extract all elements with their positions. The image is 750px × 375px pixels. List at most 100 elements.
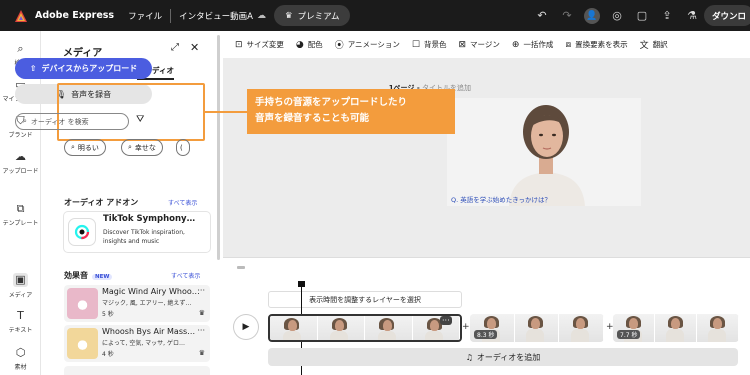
toolbar-label: 配色: [307, 40, 323, 49]
sfx-duration: 5 秒: [102, 311, 114, 318]
text-icon: T: [17, 309, 24, 322]
lightbulb-icon[interactable]: ◎: [609, 8, 625, 24]
sfx-description: マジック, 風, エアリー, 絶えず…: [102, 300, 192, 307]
app-window: Adobe Express ファイル インタビュー動画A ☁ ♛ プレミアム ↶…: [0, 0, 750, 375]
expand-icon[interactable]: ⤢: [171, 42, 179, 53]
timeline-hint: 表示時間を調整するレイヤーを選択: [268, 291, 462, 308]
media-icon: ▣: [13, 273, 28, 287]
callout-highlight-box: [57, 83, 205, 141]
audio-search-input[interactable]: ⌕ オーディオ を検索: [15, 113, 129, 130]
share-icon[interactable]: ⇪: [659, 8, 675, 24]
cloud-sync-icon: ☁: [256, 10, 266, 21]
resize-icon: ⊡: [235, 39, 243, 50]
rail-label: メディア: [8, 292, 33, 299]
premium-crown-icon: ♛: [198, 349, 205, 357]
search-placeholder: オーディオ を検索: [30, 117, 89, 126]
clip-more-icon[interactable]: ···: [440, 316, 452, 325]
playhead-handle[interactable]: [298, 281, 305, 287]
tiktok-icon: [69, 219, 95, 245]
document-title[interactable]: インタビュー動画A: [179, 10, 253, 22]
chip-label: 明るい: [77, 143, 99, 152]
callout-connector: [203, 111, 247, 113]
toolbar-label: 背景色: [423, 40, 447, 49]
template-icon: ⧉: [16, 202, 25, 215]
account-avatar[interactable]: 👤: [584, 7, 600, 24]
resize-button[interactable]: ⊡ サイズ変更: [235, 39, 284, 50]
sfx-thumbnail: [67, 288, 98, 319]
rail-label: テキスト: [8, 327, 33, 334]
upload-cloud-icon: ☁: [15, 150, 26, 163]
toolbar-label: マージン: [470, 40, 500, 49]
redo-icon[interactable]: ↷: [559, 8, 575, 24]
background-swatch-icon: ☐: [411, 39, 420, 50]
search-icon: ⌕: [71, 143, 75, 151]
rail-item-text[interactable]: T テキスト: [0, 309, 41, 335]
left-rail: ⌕ 検索 ▭ マイファイル ⛉ ブランド ☁ アップロード ⧉ テンプレート ▣…: [0, 31, 41, 375]
tiktok-addon-card[interactable]: TikTok Symphony… Discover TikTok inspira…: [64, 212, 210, 252]
sfx-item[interactable]: Magic Wind Airy Whoo… マジック, 風, エアリー, 絶えず…: [64, 285, 210, 322]
shapes-icon: ⬡: [15, 346, 26, 359]
canvas-toolbar: ⊡ サイズ変更 ◕ 配色 ⦿ アニメーション ☐ 背景色 ⊠ マージン ⊕ 一括作成 ⧈ 置換…: [223, 31, 750, 58]
palette-button[interactable]: ◕ 配色: [296, 39, 323, 50]
video-slide[interactable]: Q. 英語を学ぶ始めたきっかけは？: [447, 98, 641, 206]
flask-icon[interactable]: ⚗: [684, 8, 700, 24]
add-audio-button[interactable]: ♫ オーディオを追加: [268, 348, 738, 366]
close-icon[interactable]: ✕: [190, 41, 199, 54]
animation-button[interactable]: ⦿ アニメーション: [335, 38, 400, 51]
rail-label: テンプレート: [2, 220, 39, 227]
chip-bright[interactable]: ⌕ 明るい: [64, 139, 106, 156]
undo-icon[interactable]: ↶: [534, 8, 550, 24]
sfx-show-all-link[interactable]: すべて表示: [171, 271, 200, 280]
upload-from-device-button[interactable]: ⇧ デバイスからアップロード: [15, 58, 152, 79]
bulk-create-button[interactable]: ⊕ 一括作成: [512, 39, 554, 50]
addon-show-all-link[interactable]: すべて表示: [168, 198, 197, 207]
replace-elements-button[interactable]: ⧈ 置換要素を表示: [565, 39, 627, 50]
subtitle-caption: Q. 英語を学ぶ始めたきっかけは？: [451, 196, 551, 204]
translate-button[interactable]: 文翻訳: [640, 38, 668, 51]
chip-label: 幸せな: [134, 143, 156, 152]
top-bar: Adobe Express ファイル インタビュー動画A ☁ ♛ プレミアム ↶…: [0, 0, 750, 31]
file-menu[interactable]: ファイル: [128, 10, 162, 22]
premium-button[interactable]: ♛ プレミアム: [273, 5, 351, 26]
rail-label: 素材: [14, 364, 27, 371]
sfx-item[interactable]: Whoosh Bys Air Mass… によって, 空気, マッサ, ゲロ… …: [64, 325, 210, 362]
filter-icon[interactable]: ⛛: [136, 114, 144, 125]
tiktok-logo-icon: [74, 224, 90, 240]
new-badge: NEW: [92, 274, 113, 280]
rail-item-elements[interactable]: ⬡ 素材: [0, 346, 41, 372]
chip-happy[interactable]: ⌕ 幸せな: [121, 139, 163, 156]
timeline-clip[interactable]: [268, 314, 462, 342]
app-name: Adobe Express: [35, 10, 115, 21]
scroll-thumb[interactable]: [217, 35, 220, 260]
comment-icon[interactable]: ▢: [634, 8, 650, 24]
download-button[interactable]: ダウンロ: [704, 5, 750, 26]
chip-more[interactable]: (: [176, 139, 190, 156]
timeline-resize-handle[interactable]: [237, 266, 245, 269]
animation-icon: ⦿: [334, 41, 344, 51]
palette-icon: ◕: [295, 39, 304, 50]
rail-item-media[interactable]: ▣ メディア: [0, 273, 41, 299]
clip-duration: 8.3 秒: [474, 330, 498, 339]
more-options-icon[interactable]: ···: [197, 326, 205, 335]
toolbar-label: アニメーション: [347, 40, 400, 49]
toolbar-label: 一括作成: [523, 40, 554, 49]
play-icon: ▶: [242, 322, 250, 332]
search-icon: ⌕: [23, 117, 27, 125]
sfx-name: Magic Wind Airy Whoo…: [102, 287, 199, 296]
translate-icon: 文: [639, 41, 649, 51]
panel-scrollbar[interactable]: [215, 31, 223, 375]
sfx-section-title: 効果音 NEW: [64, 270, 113, 281]
rail-item-template[interactable]: ⧉ テンプレート: [0, 202, 41, 228]
sfx-item-partial[interactable]: [64, 366, 210, 375]
search-icon: ⌕: [17, 42, 24, 55]
rail-item-upload[interactable]: ☁ アップロード: [0, 150, 41, 176]
add-clip-icon[interactable]: +: [462, 322, 470, 332]
clip-duration: 7.7 秒: [617, 330, 641, 339]
adobe-express-logo-icon[interactable]: [14, 9, 28, 23]
play-button[interactable]: ▶: [234, 315, 258, 339]
crown-icon: ♛: [284, 10, 293, 21]
music-note-icon: ♫: [465, 352, 473, 362]
margin-button[interactable]: ⊠ マージン: [458, 39, 499, 50]
more-options-icon[interactable]: ···: [197, 286, 205, 295]
background-color-button[interactable]: ☐ 背景色: [412, 39, 447, 50]
